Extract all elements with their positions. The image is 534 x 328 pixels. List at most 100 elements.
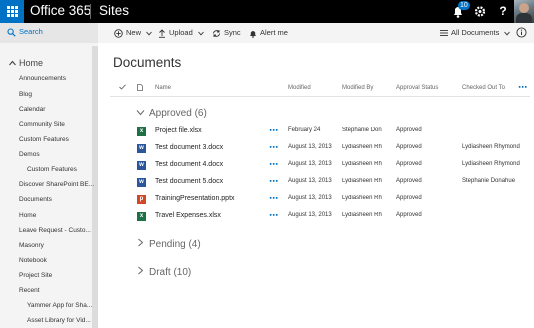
nav-item-blog[interactable]: Blog [19,91,32,98]
modified-by[interactable]: Lydiasheen Rhymond [342,178,382,184]
info-icon [516,27,527,38]
app-title[interactable]: Sites [99,3,129,18]
modified-by[interactable]: Lydiasheen Rhymond [342,144,382,150]
settings-button[interactable] [469,0,491,23]
file-type-header-icon[interactable] [137,84,143,93]
modified-date: August 13, 2013 [288,212,332,218]
nav-item-community-site[interactable]: Community Site [19,121,65,128]
table-row[interactable]: w Test document 3.docx ⋯ August 13, 2013… [110,140,530,157]
sync-button[interactable]: Sync [212,28,241,38]
select-all-checkmark[interactable] [119,84,126,92]
sync-icon [213,29,220,37]
file-name[interactable]: Test document 5.docx [155,178,223,185]
group-pending-label: Pending (4) [149,239,201,250]
file-name[interactable]: Travel Expenses.xlsx [155,212,221,219]
column-options-button[interactable]: ⋯ [518,82,527,93]
file-name[interactable]: Test document 4.docx [155,161,223,168]
chevron-down-icon [136,110,145,116]
view-label: All Documents [451,28,500,37]
checked-out-to[interactable]: Stephanie Donahue [462,178,515,184]
table-row[interactable]: x Travel Expenses.xlsx ⋯ August 13, 2013… [110,208,530,225]
view-selector[interactable]: All Documents [440,28,513,37]
word-file-icon: w [137,144,146,153]
sync-label: Sync [224,28,241,37]
nav-item-calendar[interactable]: Calendar [19,106,45,113]
nav-item-recent[interactable]: Recent [19,287,40,294]
nav-item-documents[interactable]: Documents [19,196,52,203]
nav-item-project-site[interactable]: Project Site [19,272,52,279]
search-box[interactable]: Search [0,23,98,43]
modified-date: August 13, 2013 [288,144,332,150]
nav-item-home[interactable]: Home [19,212,36,219]
bell-icon [250,30,256,38]
nav-item-discover-sharepoint[interactable]: Discover SharePoint BE... [19,181,94,188]
search-icon [7,28,16,37]
upload-icon [159,28,165,38]
file-name[interactable]: Project file.xlsx [155,127,202,134]
alert-me-button[interactable]: Alert me [249,28,288,38]
command-bar: New Upload Sync Alert me All Documents [98,23,534,43]
more-options-button[interactable]: ⋯ [269,193,279,204]
column-header-modified[interactable]: Modified [288,85,311,91]
column-header-name[interactable]: Name [155,85,171,91]
chevron-down-icon [146,31,152,35]
page-title: Documents [113,55,182,70]
more-options-button[interactable]: ⋯ [269,210,279,221]
user-avatar[interactable] [514,0,534,23]
upload-button[interactable]: Upload [158,28,207,38]
nav-item-custom-features[interactable]: Custom Features [19,136,69,143]
column-header-modified-by[interactable]: Modified By [342,85,373,91]
more-options-button[interactable]: ⋯ [269,125,279,136]
left-navigation: Search [0,23,98,328]
more-options-button[interactable]: ⋯ [269,142,279,153]
table-row[interactable]: x Project file.xlsx ⋯ February 24 Stepha… [110,123,530,140]
nav-item-announcements[interactable]: Announcements [19,75,66,82]
app-launcher-button[interactable] [0,0,24,23]
column-header-checked-out-to[interactable]: Checked Out To [462,85,505,91]
modified-date: February 24 [288,127,321,133]
upload-label: Upload [169,28,193,37]
table-row[interactable]: p TrainingPresentation.pptx ⋯ August 13,… [110,191,530,208]
table-row[interactable]: w Test document 5.docx ⋯ August 13, 2013… [110,174,530,191]
file-name[interactable]: Test document 3.docx [155,144,223,151]
table-row[interactable]: w Test document 4.docx ⋯ August 13, 2013… [110,157,530,174]
nav-item-masonry[interactable]: Masonry [19,242,44,249]
modified-date: August 13, 2013 [288,178,332,184]
suite-divider [90,4,91,19]
approval-status: Approved [396,178,422,184]
nav-item-notebook[interactable]: Notebook [19,257,47,264]
checked-out-to[interactable]: Lydiasheen Rhymond [462,144,520,150]
chevron-up-icon [9,60,16,66]
chevron-down-icon [504,31,511,35]
info-button[interactable] [516,27,527,40]
modified-by[interactable]: Stephanie Donahue [342,127,382,133]
new-label: New [126,28,142,37]
nav-item-demos[interactable]: Demos [19,151,40,158]
group-pending[interactable]: Pending (4) [136,238,201,250]
column-header-approval-status[interactable]: Approval Status [396,85,438,91]
nav-item-leave-request[interactable]: Leave Request - Custo... [19,227,91,234]
chevron-down-icon [198,31,204,35]
help-button[interactable]: ? [492,0,514,23]
file-name[interactable]: TrainingPresentation.pptx [155,195,235,202]
nav-item-asset-library[interactable]: Asset Library for Vid... [27,317,91,324]
more-options-button[interactable]: ⋯ [269,176,279,187]
checked-out-to[interactable]: Lydiasheen Rhymond [462,161,520,167]
word-file-icon: w [137,161,146,170]
office-365-brand[interactable]: Office 365 [30,3,91,18]
header-divider [110,96,530,97]
nav-item-yammer-app[interactable]: Yammer App for Sha... [27,302,92,309]
new-button[interactable]: New [114,28,155,38]
nav-home[interactable]: Home [9,58,43,68]
suite-bar: Office 365 Sites 10 ? [0,0,534,23]
modified-by[interactable]: Lydiasheen Rhymond [342,212,382,218]
modified-by[interactable]: Lydiasheen Rhymond [342,161,382,167]
group-approved[interactable]: Approved (6) [136,108,207,119]
modified-by[interactable]: Lydiasheen Rhymond [342,195,382,201]
approval-status: Approved [396,195,422,201]
approval-status: Approved [396,212,422,218]
more-options-button[interactable]: ⋯ [269,159,279,170]
excel-file-icon: x [137,127,146,136]
group-draft[interactable]: Draft (10) [136,266,191,278]
nav-item-demos-custom-features[interactable]: Custom Features [27,166,77,173]
